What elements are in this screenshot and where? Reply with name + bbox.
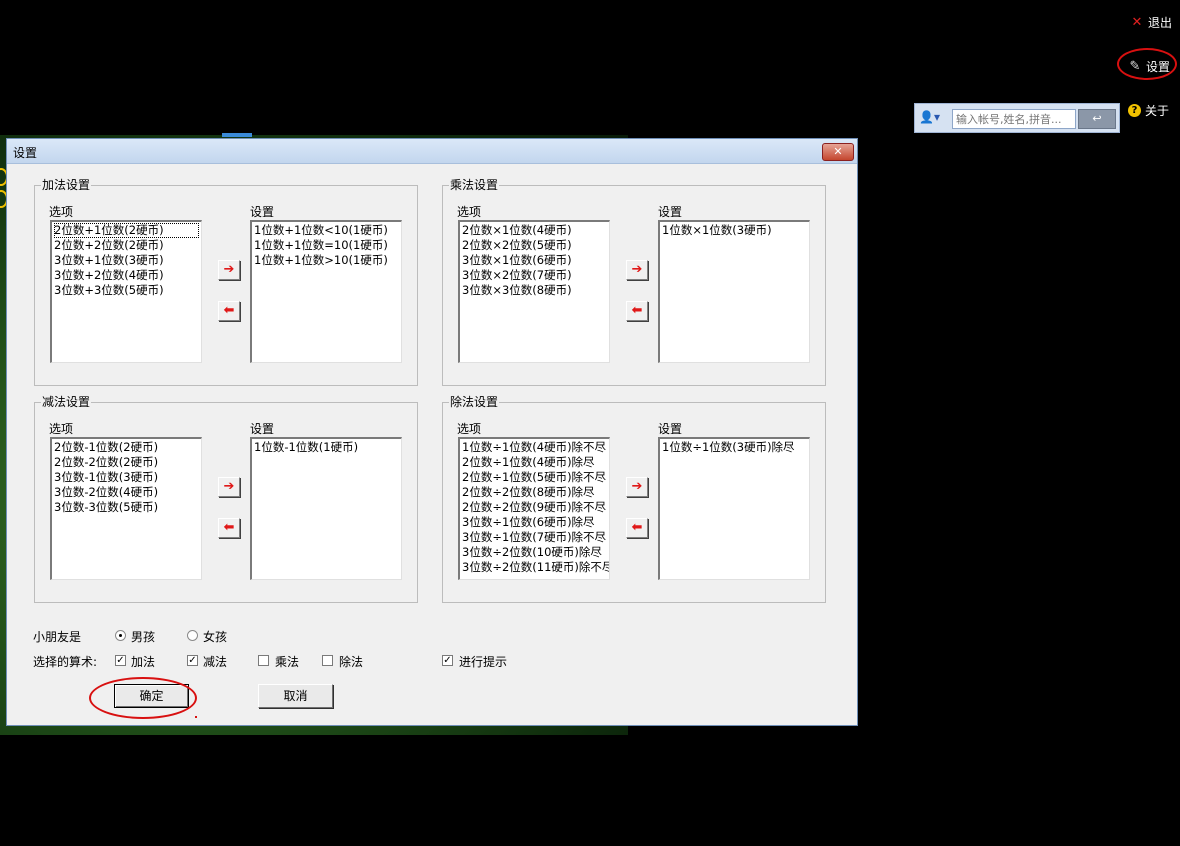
red-mark [195, 716, 197, 718]
contact-search-bar: 👤▾ ↩ [914, 103, 1120, 133]
operations-label: 选择的算术: [33, 655, 98, 669]
settings-label: 设置 [658, 422, 683, 436]
girl-label: 女孩 [203, 630, 228, 644]
move-left-button[interactable]: ⬅ [218, 301, 240, 321]
list-item[interactable]: 1位数+1位数=10(1硬币) [254, 238, 399, 253]
group-title: 除法设置 [449, 395, 500, 409]
list-item[interactable]: 1位数+1位数<10(1硬币) [254, 223, 399, 238]
move-right-button[interactable]: ➔ [626, 477, 648, 497]
dialog-titlebar[interactable]: 设置 ✕ [7, 139, 857, 164]
multiply-settings-group: 乘法设置 选项 设置 2位数×1位数(4硬币) 2位数×2位数(5硬币) 3位数… [442, 178, 826, 386]
settings-dialog: 设置 ✕ 加法设置 选项 设置 2位数+1位数(2硬币) 2位数+2位数(2硬币… [6, 138, 858, 726]
list-item[interactable]: 3位数×3位数(8硬币) [462, 283, 607, 298]
dialog-title: 设置 [13, 146, 38, 160]
move-left-button[interactable]: ⬅ [626, 518, 648, 538]
search-go-button[interactable]: ↩ [1078, 109, 1116, 129]
subtract-options-list[interactable]: 2位数-1位数(2硬币) 2位数-2位数(2硬币) 3位数-1位数(3硬币) 3… [50, 437, 202, 580]
subtract-checkbox[interactable]: ✓ [187, 655, 198, 666]
list-item[interactable]: 2位数+2位数(2硬币) [54, 238, 199, 253]
list-item[interactable]: 2位数÷2位数(8硬币)除尽 [462, 485, 607, 500]
group-title: 加法设置 [41, 178, 92, 192]
boy-radio[interactable] [115, 630, 126, 641]
multiply-options-list[interactable]: 2位数×1位数(4硬币) 2位数×2位数(5硬币) 3位数×1位数(6硬币) 3… [458, 220, 610, 363]
list-item[interactable]: 1位数÷1位数(3硬币)除尽 [662, 440, 807, 455]
cancel-button[interactable]: 取消 [258, 684, 333, 708]
close-button[interactable]: ✕ [822, 143, 854, 161]
hint-checkbox[interactable]: ✓ [442, 655, 453, 666]
list-item[interactable]: 3位数-3位数(5硬币) [54, 500, 199, 515]
add-settings-list[interactable]: 1位数+1位数<10(1硬币) 1位数+1位数=10(1硬币) 1位数+1位数>… [250, 220, 402, 363]
contact-search-input[interactable] [952, 109, 1076, 129]
list-item[interactable]: 3位数-2位数(4硬币) [54, 485, 199, 500]
highlight-circle [89, 677, 197, 719]
list-item[interactable]: 3位数÷1位数(7硬币)除不尽 [462, 530, 607, 545]
add-options-list[interactable]: 2位数+1位数(2硬币) 2位数+2位数(2硬币) 3位数+1位数(3硬币) 3… [50, 220, 202, 363]
list-item[interactable]: 3位数÷2位数(11硬币)除不尽 [462, 560, 609, 575]
list-item[interactable]: 3位数-1位数(3硬币) [54, 470, 199, 485]
group-title: 减法设置 [41, 395, 92, 409]
add-checkbox[interactable]: ✓ [115, 655, 126, 666]
options-label: 选项 [457, 422, 482, 436]
move-left-button[interactable]: ⬅ [626, 301, 648, 321]
settings-label: 设置 [658, 205, 683, 219]
subtract-settings-group: 减法设置 选项 设置 2位数-1位数(2硬币) 2位数-2位数(2硬币) 3位数… [34, 395, 418, 603]
multiply-settings-list[interactable]: 1位数×1位数(3硬币) [658, 220, 810, 363]
hint-check-label: 进行提示 [459, 655, 508, 669]
subtract-check-label: 减法 [203, 655, 228, 669]
about-button[interactable]: ? 关于 [1128, 102, 1169, 119]
list-item[interactable]: 2位数+1位数(2硬币) [54, 223, 199, 238]
list-item[interactable]: 2位数×1位数(4硬币) [462, 223, 607, 238]
divide-checkbox[interactable] [322, 655, 333, 666]
divide-options-list[interactable]: 1位数÷1位数(4硬币)除不尽 2位数÷1位数(4硬币)除尽 2位数÷1位数(5… [458, 437, 610, 580]
list-item[interactable]: 2位数-1位数(2硬币) [54, 440, 199, 455]
girl-radio[interactable] [187, 630, 198, 641]
options-label: 选项 [457, 205, 482, 219]
settings-label: 设置 [250, 422, 275, 436]
list-item[interactable]: 2位数÷1位数(5硬币)除不尽 [462, 470, 607, 485]
list-item[interactable]: 3位数×2位数(7硬币) [462, 268, 607, 283]
list-item[interactable]: 3位数+2位数(4硬币) [54, 268, 199, 283]
about-label: 关于 [1145, 104, 1170, 118]
help-icon: ? [1128, 104, 1141, 117]
list-item[interactable]: 3位数+1位数(3硬币) [54, 253, 199, 268]
list-item[interactable]: 2位数÷1位数(4硬币)除尽 [462, 455, 607, 470]
list-item[interactable]: 1位数-1位数(1硬币) [254, 440, 399, 455]
add-check-label: 加法 [131, 655, 156, 669]
list-item[interactable]: 1位数+1位数>10(1硬币) [254, 253, 399, 268]
list-item[interactable]: 3位数÷1位数(6硬币)除尽 [462, 515, 607, 530]
user-dropdown-icon[interactable]: 👤▾ [919, 110, 949, 128]
list-item[interactable]: 3位数+3位数(5硬币) [54, 283, 199, 298]
exit-icon: ✕ [1131, 15, 1143, 30]
dialog-client: 加法设置 选项 设置 2位数+1位数(2硬币) 2位数+2位数(2硬币) 3位数… [8, 164, 856, 724]
list-item[interactable]: 2位数-2位数(2硬币) [54, 455, 199, 470]
highlight-circle [1117, 48, 1177, 80]
multiply-checkbox[interactable] [258, 655, 269, 666]
background-blue-tab [222, 133, 252, 137]
divide-settings-list[interactable]: 1位数÷1位数(3硬币)除尽 [658, 437, 810, 580]
group-title: 乘法设置 [449, 178, 500, 192]
list-item[interactable]: 1位数×1位数(3硬币) [662, 223, 807, 238]
options-label: 选项 [49, 422, 74, 436]
divide-settings-group: 除法设置 选项 设置 1位数÷1位数(4硬币)除不尽 2位数÷1位数(4硬币)除… [442, 395, 826, 603]
divide-check-label: 除法 [339, 655, 364, 669]
move-right-button[interactable]: ➔ [218, 260, 240, 280]
move-right-button[interactable]: ➔ [218, 477, 240, 497]
list-item[interactable]: 3位数÷2位数(10硬币)除尽 [462, 545, 607, 560]
multiply-check-label: 乘法 [275, 655, 300, 669]
list-item[interactable]: 2位数×2位数(5硬币) [462, 238, 607, 253]
boy-label: 男孩 [131, 630, 156, 644]
settings-label: 设置 [250, 205, 275, 219]
exit-label: 退出 [1148, 16, 1173, 30]
child-gender-label: 小朋友是 [33, 630, 82, 644]
move-left-button[interactable]: ⬅ [218, 518, 240, 538]
list-item[interactable]: 1位数÷1位数(4硬币)除不尽 [462, 440, 607, 455]
list-item[interactable]: 3位数×1位数(6硬币) [462, 253, 607, 268]
move-right-button[interactable]: ➔ [626, 260, 648, 280]
add-settings-group: 加法设置 选项 设置 2位数+1位数(2硬币) 2位数+2位数(2硬币) 3位数… [34, 178, 418, 386]
exit-button[interactable]: ✕ 退出 [1130, 14, 1172, 31]
list-item[interactable]: 2位数÷2位数(9硬币)除不尽 [462, 500, 607, 515]
subtract-settings-list[interactable]: 1位数-1位数(1硬币) [250, 437, 402, 580]
options-label: 选项 [49, 205, 74, 219]
